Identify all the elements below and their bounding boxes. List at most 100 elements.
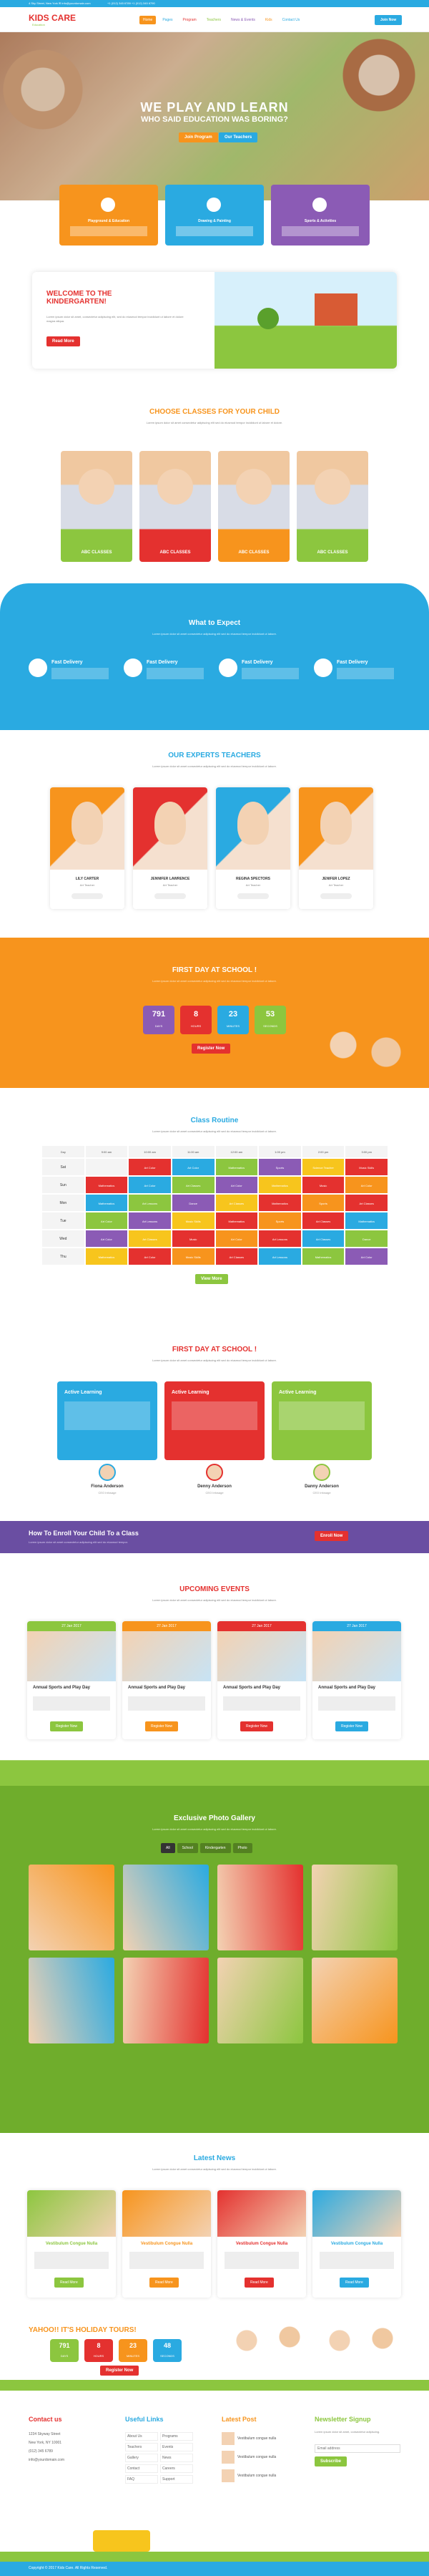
join-button[interactable]: Join Now (375, 15, 403, 25)
teacher-social-icons-3[interactable] (320, 893, 352, 899)
gallery-filter-1[interactable]: School (177, 1843, 198, 1853)
teacher-face-2 (237, 802, 269, 845)
gallery-photo-5[interactable] (123, 1958, 209, 2043)
newsletter-email-input[interactable] (315, 2444, 400, 2453)
nav-item-0[interactable]: Home (139, 16, 157, 24)
routine-row-1: Sun Mathematics Art Color Art Classes Art Co… (41, 1176, 388, 1194)
routine-cell-0-0 (84, 1158, 129, 1176)
welcome-read-more-button[interactable]: Read More (46, 336, 80, 346)
newsletter-subscribe-button[interactable]: Subscribe (315, 2456, 347, 2466)
routine-view-more-button[interactable]: View More (195, 1274, 228, 1284)
firstday-counter-label-1: HOURS (190, 1024, 202, 1028)
event-register-button-2[interactable]: Register Now (240, 1721, 274, 1731)
footer-link-1[interactable]: Programs (160, 2432, 193, 2441)
footer-link-0[interactable]: About Us (125, 2432, 158, 2441)
footer-post-1[interactable]: Vestibulum congue nulla (222, 2451, 302, 2464)
holiday-register-button[interactable]: Register Now (100, 2366, 139, 2376)
gallery-photo-7[interactable] (312, 1958, 398, 2043)
gallery-filter-0[interactable]: All (161, 1843, 175, 1853)
gallery-photo-0[interactable] (29, 1865, 114, 1950)
gallery-filter-3[interactable]: Photo (232, 1843, 252, 1853)
event-card-3[interactable]: 27 Jan 2017 Annual Sports and Play Day Reg… (312, 1621, 401, 1739)
class-card-2[interactable]: ABC CLASSES (218, 451, 290, 562)
routine-cell-5-2: Music Skills (171, 1248, 215, 1265)
footer-post-0[interactable]: Vestibulum congue nulla (222, 2432, 302, 2445)
gallery-photo-4[interactable] (29, 1958, 114, 2043)
teacher-card-3[interactable]: JENIFER LOPEZ Art Teacher (299, 787, 373, 909)
sports-icon (312, 198, 327, 212)
footer-post-2[interactable]: Vestibulum congue nulla (222, 2469, 302, 2482)
footer-post-title-0: Vestibulum congue nulla (237, 2436, 277, 2441)
teacher-role-2: Art Teacher (245, 883, 261, 887)
gallery-photo-3[interactable] (312, 1865, 398, 1950)
gallery-photo-1[interactable] (123, 1865, 209, 1950)
class-label-0: ABC CLASSES (81, 550, 112, 555)
gallery-photo-2[interactable] (217, 1865, 303, 1950)
event-card-1[interactable]: 27 Jan 2017 Annual Sports and Play Day Reg… (122, 1621, 211, 1739)
gallery-filter-2[interactable]: Kindergarten (199, 1843, 231, 1853)
logo[interactable]: KIDS CARE (29, 13, 76, 23)
testimonial-role-2: CEO Infosage (312, 1491, 331, 1494)
footer-link-5[interactable]: News (160, 2454, 193, 2462)
footer-link-7[interactable]: Careers (160, 2464, 193, 2473)
welcome-title: WELCOME TO THE KINDERGARTEN! (46, 290, 112, 306)
routine-table: Day 9:00 am 10:00 am 11:00 am 12:00 am 1:00 p… (41, 1145, 388, 1265)
feature-title-2: Drawing & Painting (198, 219, 231, 223)
footer-link-4[interactable]: Gallery (125, 2454, 158, 2462)
teacher-social-icons-2[interactable] (237, 893, 269, 899)
holiday-counter-label-0: DAYS (60, 2354, 69, 2358)
tree-icon (257, 308, 279, 329)
why-title-3: Fast Delivery (337, 660, 368, 665)
hero-teachers-button[interactable]: Our Teachers (219, 132, 258, 142)
teacher-role-0: Art Teacher (79, 883, 95, 887)
class-card-1[interactable]: ABC CLASSES (139, 451, 211, 562)
routine-cell-1-2: Art Classes (171, 1176, 215, 1194)
feature-title-3: Sports & Activities (304, 219, 337, 223)
routine-cell-1-3: Art Color (214, 1176, 259, 1194)
teachers-subtitle: Lorem ipsum dolor sit amet consectetur a… (152, 764, 277, 768)
news-card-0[interactable]: Vestibulum Congue Nulla Read More (27, 2190, 116, 2298)
event-register-button-0[interactable]: Register Now (50, 1721, 84, 1731)
holiday-counter-num-0: 791 (59, 2342, 70, 2349)
footer-post-thumb-0 (222, 2432, 235, 2445)
event-card-0[interactable]: 27 Jan 2017 Annual Sports and Play Day Reg… (27, 1621, 116, 1739)
nav-item-1[interactable]: Pages (159, 16, 176, 24)
teacher-card-1[interactable]: JENNIFER LAWRENCE Art Teacher (133, 787, 207, 909)
nav-item-2[interactable]: Program (179, 16, 200, 24)
nav-item-5[interactable]: Kids (262, 16, 276, 24)
class-card-0[interactable]: ABC CLASSES (61, 451, 132, 562)
firstday-register-button[interactable]: Register Now (192, 1044, 231, 1054)
news-card-2[interactable]: Vestibulum Congue Nulla Read More (217, 2190, 306, 2298)
nav-item-3[interactable]: Teachers (203, 16, 225, 24)
news-card-3[interactable]: Vestibulum Congue Nulla Read More (312, 2190, 401, 2298)
footer-link-9[interactable]: Support (160, 2475, 193, 2484)
gallery-photo-6[interactable] (217, 1958, 303, 2043)
nav-item-4[interactable]: News & Events (227, 16, 259, 24)
footer-link-8[interactable]: FAQ (125, 2475, 158, 2484)
events-section: UPCOMING EVENTS Lorem ipsum dolor sit am… (0, 1571, 429, 1746)
event-register-button-1[interactable]: Register Now (145, 1721, 179, 1731)
firstday-counter-label-2: MINUTES (227, 1024, 240, 1028)
footer-link-3[interactable]: Events (160, 2443, 193, 2451)
news-read-more-button-2[interactable]: Read More (245, 2278, 274, 2288)
class-card-3[interactable]: ABC CLASSES (297, 451, 368, 562)
event-card-2[interactable]: 27 Jan 2017 Annual Sports and Play Day Reg… (217, 1621, 306, 1739)
enroll-button[interactable]: Enroll Now (315, 1531, 349, 1541)
news-card-1[interactable]: Vestibulum Congue Nulla Read More (122, 2190, 211, 2298)
teacher-card-2[interactable]: REGINA SPECTORS Art Teacher (216, 787, 290, 909)
news-read-more-button-0[interactable]: Read More (54, 2278, 84, 2288)
footer-link-6[interactable]: Contact (125, 2464, 158, 2473)
footer-link-2[interactable]: Teachers (125, 2443, 158, 2451)
news-read-more-button-1[interactable]: Read More (149, 2278, 179, 2288)
hero-program-button[interactable]: Join Program (179, 132, 218, 142)
teacher-social-icons-1[interactable] (154, 893, 186, 899)
footer-post-thumb-2 (222, 2469, 235, 2482)
feature-text-3 (282, 226, 359, 236)
event-register-button-3[interactable]: Register Now (335, 1721, 369, 1731)
routine-time-4: 12:00 am (214, 1145, 259, 1158)
news-read-more-button-3[interactable]: Read More (340, 2278, 369, 2288)
testimonial-card-1: Active Learning (164, 1381, 265, 1460)
teacher-card-0[interactable]: LILY CARTER Art Teacher (50, 787, 124, 909)
nav-item-6[interactable]: Contact Us (279, 16, 304, 24)
teacher-social-icons-0[interactable] (72, 893, 103, 899)
